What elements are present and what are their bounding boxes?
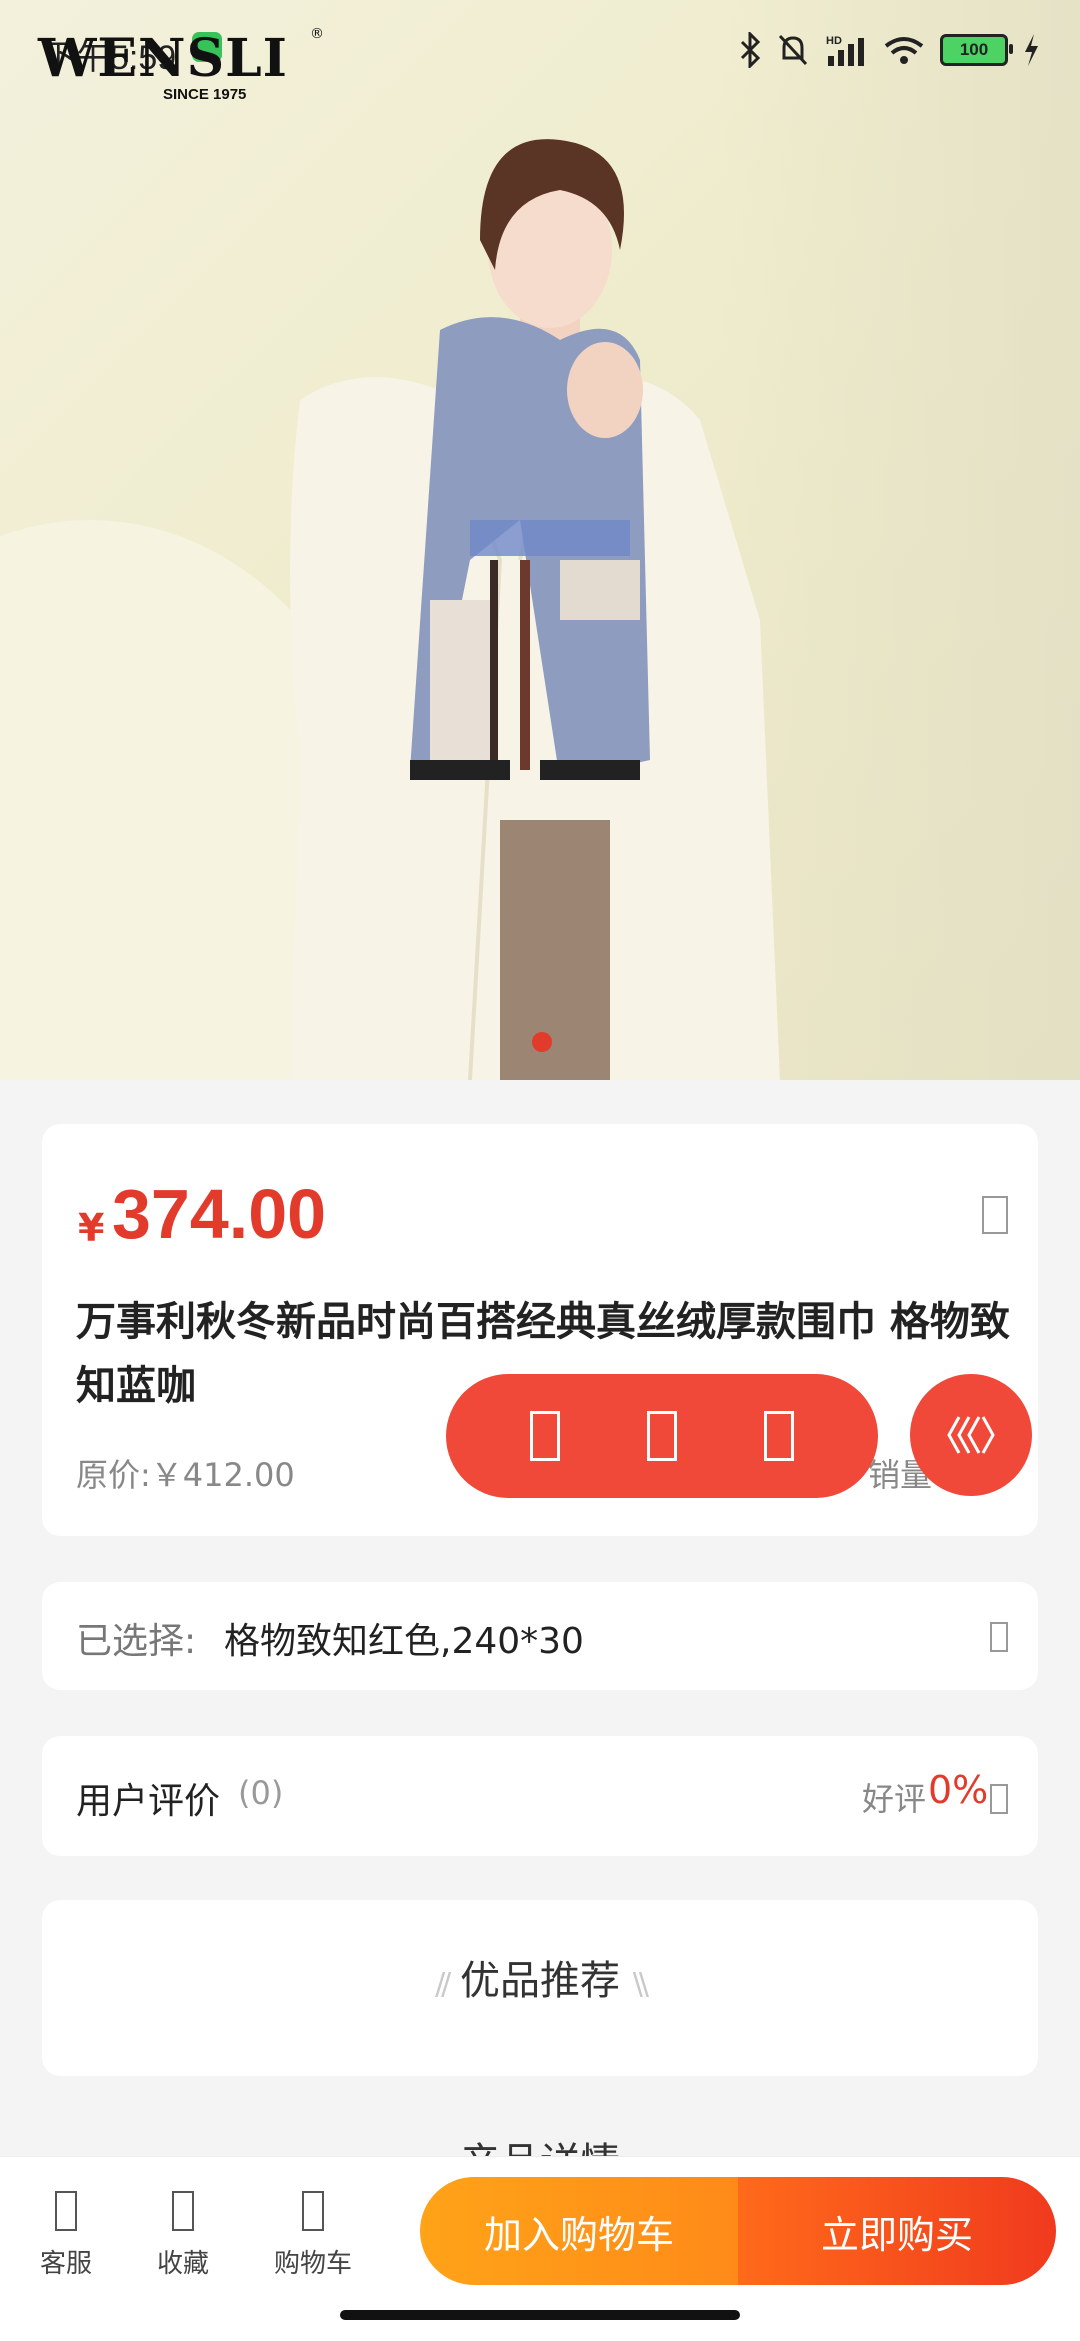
recommend-heading: // 优品推荐 \\ [42, 1948, 1038, 2006]
battery-indicator: 100 [940, 34, 1013, 66]
nav-label: 购物车 [273, 2249, 352, 2279]
selection-value: 格物致知红色,240*30 [224, 1621, 584, 1662]
wifi-icon [884, 37, 924, 64]
home-indicator[interactable] [340, 2310, 740, 2320]
floating-action-bar [446, 1374, 878, 1498]
selection-label: 已选择: [76, 1621, 197, 1662]
nav-label: 收藏 [156, 2249, 209, 2279]
collapse-chevrons-icon [947, 1416, 995, 1454]
favorite-icon [172, 2191, 194, 2231]
spec-selection-row[interactable]: 已选择: 格物致知红色,240*30 [42, 1582, 1038, 1690]
nav-label: 客服 [39, 2249, 92, 2279]
float-action-1-icon[interactable] [529, 1411, 560, 1461]
float-action-2-icon[interactable] [646, 1411, 677, 1461]
recommend-section: // 优品推荐 \\ [42, 1900, 1038, 2076]
good-rating-percent: 0% [928, 1768, 989, 1812]
recommend-title: 优品推荐 [460, 1958, 620, 2004]
nav-favorite[interactable]: 收藏 [123, 2191, 243, 2280]
customer-service-icon [55, 2191, 77, 2231]
price-currency: ¥ [78, 1206, 105, 1250]
chevron-right-icon [990, 1784, 1008, 1814]
brand-logo: WENSLI [38, 28, 289, 89]
floating-toggle-button[interactable] [910, 1374, 1032, 1496]
brand-since: SINCE 1975 [163, 86, 247, 103]
product-photo-model [290, 139, 780, 1080]
svg-text:HD: HD [826, 35, 842, 47]
carousel-indicator-dot[interactable] [532, 1032, 552, 1052]
signal-icon: HD [826, 35, 864, 66]
reviews-label: 用户评价 [76, 1781, 221, 1822]
product-price: 374.00 [112, 1175, 327, 1253]
heading-deco-left-icon: // [435, 1967, 451, 2002]
buy-now-button[interactable]: 立即购买 [738, 2177, 1056, 2285]
charging-icon [1025, 34, 1038, 66]
bluetooth-icon [740, 32, 761, 68]
reviews-row[interactable]: 用户评价 (0) 好评 0% [42, 1736, 1038, 1856]
chevron-right-icon [990, 1622, 1008, 1652]
nav-customer-service[interactable]: 客服 [6, 2191, 126, 2280]
cart-icon [302, 2191, 324, 2231]
original-price: 原价:￥412.00 [76, 1456, 295, 1494]
mute-bell-icon [778, 34, 808, 66]
good-rating-label: 好评 [862, 1780, 927, 1818]
product-image-carousel[interactable]: 下午5:59 WENSLI ® SINCE 1975 HD 100 [0, 0, 1080, 1080]
brand-registered-mark: ® [310, 26, 324, 42]
float-action-3-icon[interactable] [764, 1411, 795, 1461]
reviews-count: (0) [238, 1774, 284, 1812]
add-to-cart-button[interactable]: 加入购物车 [420, 2177, 738, 2285]
heading-deco-right-icon: \\ [632, 1967, 649, 2002]
share-icon[interactable] [982, 1196, 1008, 1234]
status-bar-icons: HD 100 [738, 28, 1040, 72]
nav-cart[interactable]: 购物车 [253, 2191, 373, 2280]
